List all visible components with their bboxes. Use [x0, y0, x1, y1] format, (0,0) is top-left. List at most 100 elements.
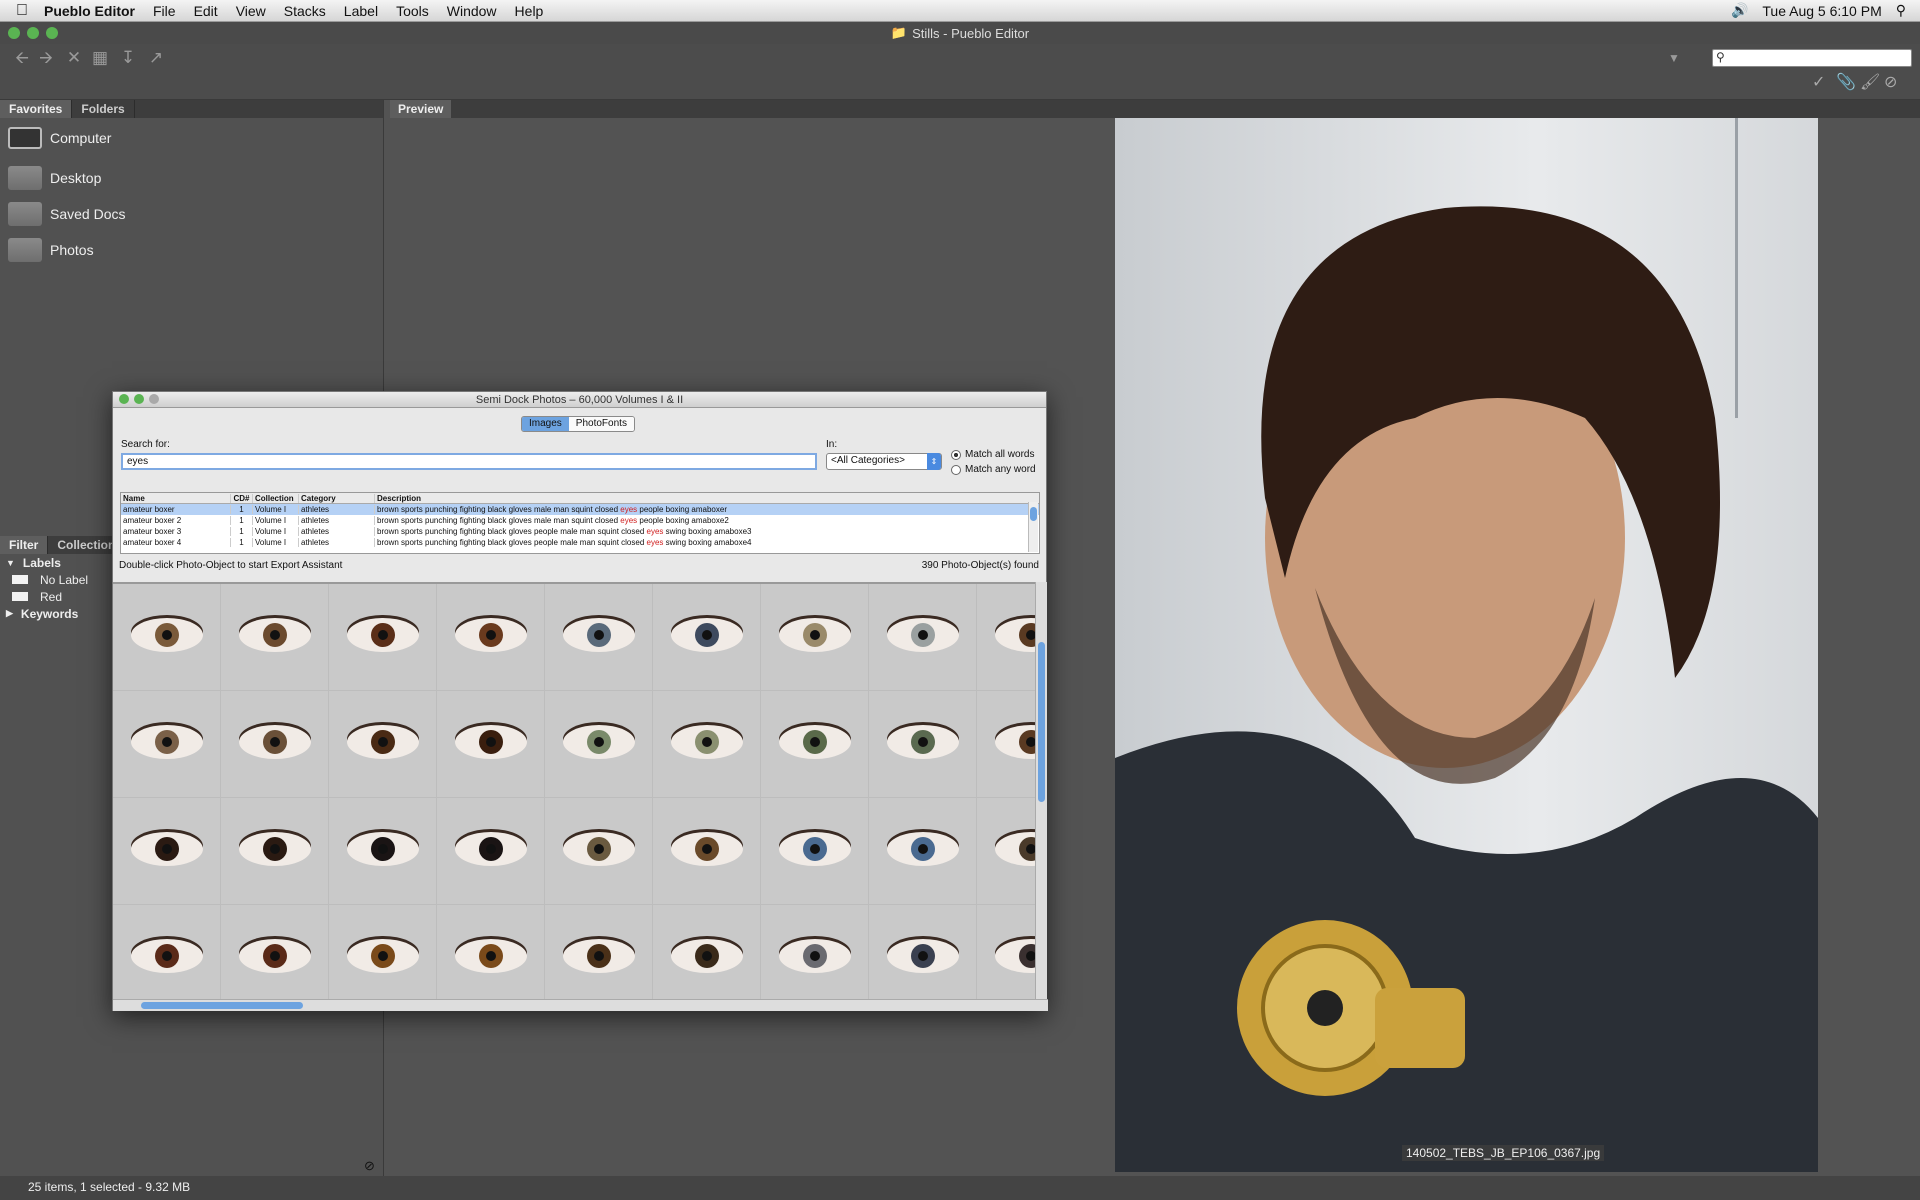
favorite-saved-docs[interactable]: Saved Docs — [0, 196, 383, 232]
resize-icon[interactable]: ↗ — [146, 48, 166, 68]
table-row[interactable]: amateur boxer 3 1 Volume I athletes brow… — [121, 526, 1039, 537]
table-row[interactable]: amateur boxer 2 1 Volume I athletes brow… — [121, 515, 1039, 526]
scroll-thumb[interactable] — [141, 1002, 303, 1009]
eye-thumbnail[interactable] — [869, 691, 977, 798]
match-any-radio[interactable]: Match any word — [951, 464, 1036, 475]
toolbar-search-input[interactable]: ⚲ — [1712, 49, 1912, 67]
menu-tools[interactable]: Tools — [396, 3, 429, 19]
tab-favorites[interactable]: Favorites — [0, 100, 73, 118]
eye-thumbnail[interactable] — [869, 584, 977, 691]
minimize-window-button[interactable] — [27, 27, 39, 39]
import-icon[interactable]: ↧ — [118, 48, 138, 68]
menu-file[interactable]: File — [153, 3, 176, 19]
delete-icon[interactable]: ✕ — [64, 48, 84, 68]
no-entry-icon[interactable]: ⊘ — [364, 1158, 375, 1174]
eye-thumbnail[interactable] — [545, 905, 653, 999]
menu-view[interactable]: View — [236, 3, 266, 19]
category-select[interactable]: <All Categories> ⇕ — [826, 453, 942, 470]
eye-thumbnail[interactable] — [545, 691, 653, 798]
eye-thumbnail[interactable] — [437, 584, 545, 691]
menu-help[interactable]: Help — [515, 3, 544, 19]
tab-photofonts[interactable]: PhotoFonts — [568, 417, 634, 431]
volume-icon[interactable]: 🔊 — [1731, 2, 1748, 19]
dropdown-arrow-icon[interactable]: ▼ — [1664, 48, 1684, 68]
eye-thumbnail[interactable] — [329, 584, 437, 691]
app-menu[interactable]: Pueblo Editor — [44, 3, 135, 19]
favorite-desktop[interactable]: Desktop — [0, 160, 383, 196]
close-window-button[interactable] — [8, 27, 20, 39]
eye-thumbnail[interactable] — [221, 798, 329, 905]
match-all-radio[interactable]: Match all words — [951, 449, 1034, 460]
favorite-computer[interactable]: Computer — [0, 120, 383, 156]
close-window-button[interactable] — [119, 394, 129, 404]
eye-thumbnail[interactable] — [221, 584, 329, 691]
eye-thumbnail[interactable] — [761, 584, 869, 691]
apple-icon[interactable]:  — [0, 2, 44, 20]
eye-thumbnail[interactable] — [113, 691, 221, 798]
eye-thumbnail[interactable] — [221, 691, 329, 798]
menu-label[interactable]: Label — [344, 3, 378, 19]
column-header-collection[interactable]: Collection — [253, 493, 299, 503]
eye-thumbnail[interactable] — [545, 584, 653, 691]
eye-thumbnail[interactable] — [113, 798, 221, 905]
eye-thumbnail[interactable] — [329, 691, 437, 798]
spotlight-icon[interactable]: ⚲ — [1896, 2, 1906, 19]
eye-thumbnail[interactable] — [329, 798, 437, 905]
eye-thumbnail[interactable] — [653, 798, 761, 905]
paperclip-icon[interactable]: 📎 — [1836, 72, 1856, 92]
tab-filter[interactable]: Filter — [0, 536, 49, 554]
eye-thumbnail[interactable] — [761, 691, 869, 798]
tab-images[interactable]: Images — [522, 417, 569, 431]
eye-image — [347, 618, 419, 652]
eye-thumbnail[interactable] — [113, 905, 221, 999]
grid-vertical-scrollbar[interactable] — [1035, 582, 1047, 999]
eye-thumbnail[interactable] — [869, 798, 977, 905]
menu-stacks[interactable]: Stacks — [284, 3, 326, 19]
menu-edit[interactable]: Edit — [194, 3, 218, 19]
scroll-thumb[interactable] — [1038, 642, 1045, 802]
column-header-description[interactable]: Description — [375, 494, 1039, 503]
eye-thumbnail[interactable] — [437, 691, 545, 798]
eye-thumbnail[interactable] — [761, 798, 869, 905]
eye-thumbnail[interactable] — [977, 584, 1035, 691]
eye-thumbnail[interactable] — [545, 798, 653, 905]
forward-icon[interactable]: 🡪 — [36, 48, 56, 68]
grid-horizontal-scrollbar[interactable] — [113, 999, 1048, 1011]
column-header-cd[interactable]: CD# — [231, 493, 253, 503]
eye-thumbnail[interactable] — [977, 798, 1035, 905]
back-icon[interactable]: 🡨 — [12, 48, 32, 68]
crop-icon[interactable]: ▦ — [90, 48, 110, 68]
checkmark-icon[interactable]: ✓ — [1812, 72, 1825, 92]
zoom-window-button[interactable] — [46, 27, 58, 39]
column-header-name[interactable]: Name — [121, 493, 231, 503]
clock[interactable]: Tue Aug 5 6:10 PM — [1762, 3, 1881, 19]
eye-thumbnail[interactable] — [977, 905, 1035, 999]
minimize-window-button[interactable] — [134, 394, 144, 404]
brush-icon[interactable]: 🖌 — [1860, 72, 1880, 92]
table-scrollbar[interactable] — [1028, 502, 1038, 552]
table-row[interactable]: amateur boxer 1 Volume I athletes brown … — [121, 504, 1039, 515]
eye-thumbnail[interactable] — [653, 584, 761, 691]
eye-thumbnail[interactable] — [437, 905, 545, 999]
menu-window[interactable]: Window — [447, 3, 497, 19]
eye-thumbnail[interactable] — [977, 691, 1035, 798]
column-header-category[interactable]: Category — [299, 493, 375, 503]
table-row[interactable]: amateur boxer 4 1 Volume I athletes brow… — [121, 537, 1039, 548]
scroll-thumb[interactable] — [1030, 507, 1037, 521]
search-input[interactable]: eyes — [121, 453, 817, 470]
eye-thumbnail[interactable] — [869, 905, 977, 999]
tab-preview[interactable]: Preview — [390, 100, 452, 118]
eye-thumbnail[interactable] — [653, 691, 761, 798]
cell-description: brown sports punching fighting black glo… — [375, 516, 1039, 525]
eye-thumbnail[interactable] — [653, 905, 761, 999]
eye-thumbnail[interactable] — [761, 905, 869, 999]
eye-thumbnail[interactable] — [437, 798, 545, 905]
no-entry-icon[interactable]: ⊘ — [1884, 72, 1897, 92]
zoom-window-button[interactable] — [149, 394, 159, 404]
favorite-photos[interactable]: Photos — [0, 232, 383, 268]
eye-thumbnail[interactable] — [221, 905, 329, 999]
eye-thumbnail[interactable] — [113, 584, 221, 691]
tab-folders[interactable]: Folders — [72, 100, 135, 118]
eye-thumbnail[interactable] — [329, 905, 437, 999]
semi-dock-titlebar[interactable]: Semi Dock Photos – 60,000 Volumes I & II — [113, 392, 1046, 408]
